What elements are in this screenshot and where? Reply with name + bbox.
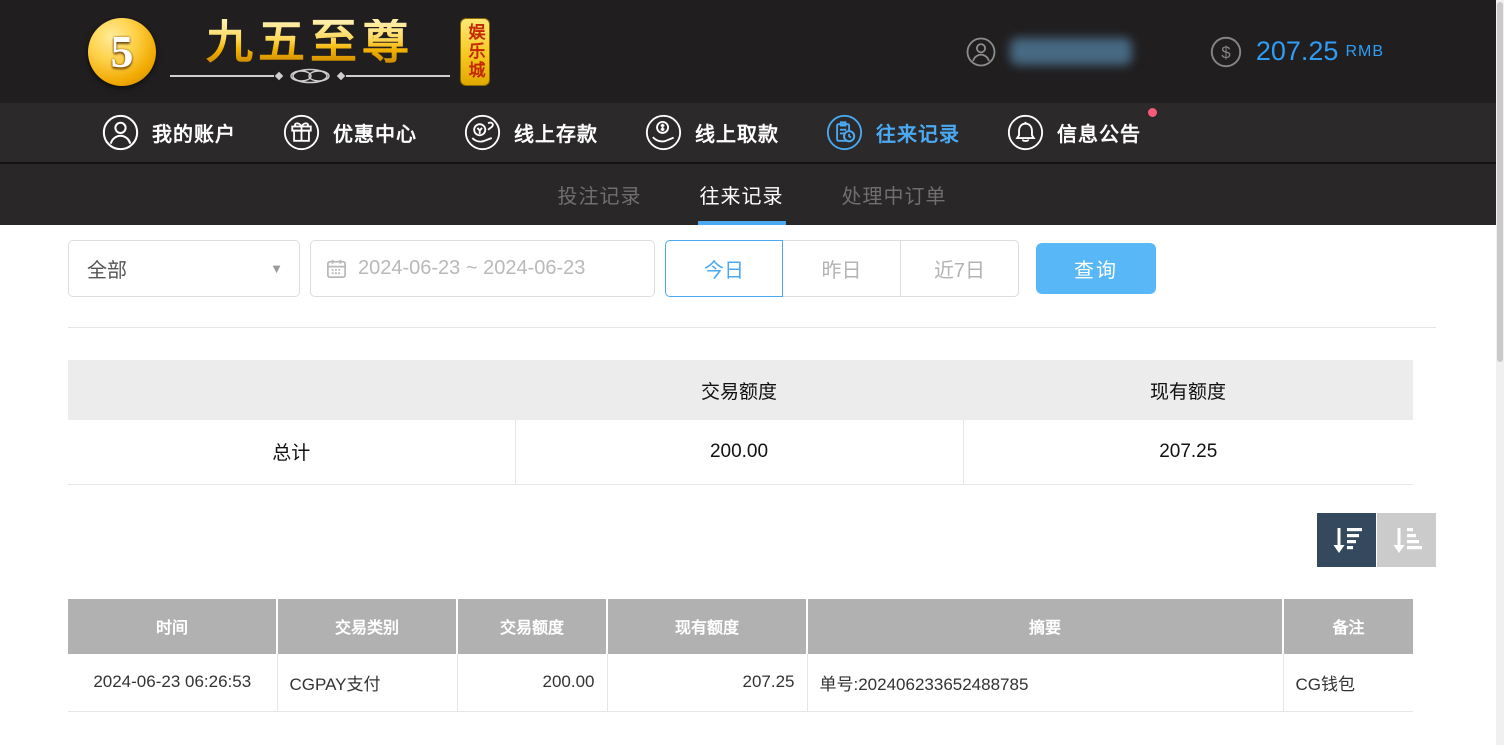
scrollbar-thumb[interactable] — [1497, 2, 1503, 362]
cell-remark: CG钱包 — [1283, 654, 1413, 712]
sort-amount-desc-icon — [1328, 522, 1366, 558]
table-row: 2024-06-23 06:26:53 CGPAY支付 200.00 207.2… — [68, 654, 1413, 712]
sort-amount-asc-button[interactable] — [1377, 513, 1436, 567]
quick-range-group: 今日 昨日 近7日 — [665, 240, 1019, 297]
cell-time: 2024-06-23 06:26:53 — [68, 654, 277, 712]
nav-item-transaction-records[interactable]: 往来记录 — [826, 114, 960, 151]
gift-icon — [283, 114, 320, 151]
summary-header-row: 交易额度 现有额度 — [68, 360, 1413, 420]
calendar-icon — [325, 257, 348, 280]
type-dropdown[interactable]: 全部 ▼ — [68, 240, 300, 297]
nav-item-my-account[interactable]: 我的账户 — [102, 114, 236, 151]
transaction-records-page: 5 九五至尊 娱乐城 — [0, 0, 1504, 745]
main-navigation: 我的账户 优惠中心 线上存款 — [0, 103, 1504, 164]
tab-transaction-records[interactable]: 往来记录 — [700, 164, 784, 225]
subtab-label: 投注记录 — [558, 180, 642, 209]
search-button[interactable]: 查询 — [1036, 243, 1156, 294]
svg-text:$: $ — [1221, 43, 1231, 62]
user-account[interactable] — [966, 37, 1132, 67]
notification-dot — [1148, 108, 1157, 117]
summary-total-label: 总计 — [68, 420, 515, 484]
logo-badge: 娱乐城 — [460, 18, 490, 86]
col-current-balance: 现有额度 — [607, 599, 807, 654]
sort-controls — [68, 513, 1436, 567]
summary-table: 交易额度 现有额度 总计 200.00 207.25 — [68, 360, 1413, 485]
nav-label: 优惠中心 — [333, 118, 417, 147]
subtab-label: 往来记录 — [700, 180, 784, 209]
logo-monogram-icon: 5 — [88, 18, 156, 86]
balance-amount: 207.25 — [1256, 36, 1339, 67]
chevron-down-icon: ▼ — [270, 261, 283, 276]
logo-flourish-icon — [170, 68, 450, 84]
logo-text-block: 九五至尊 — [170, 19, 450, 84]
page-scrollbar[interactable] — [1496, 0, 1504, 745]
cell-current-balance: 207.25 — [607, 654, 807, 712]
sort-amount-desc-button[interactable] — [1317, 513, 1376, 567]
active-tab-underline — [698, 221, 786, 225]
summary-total-transaction: 200.00 — [515, 420, 963, 484]
section-divider — [68, 327, 1436, 328]
date-range-value: 2024-06-23 ~ 2024-06-23 — [358, 257, 585, 280]
nav-label: 我的账户 — [152, 118, 236, 147]
subtab-label: 处理中订单 — [842, 180, 947, 209]
col-summary: 摘要 — [807, 599, 1283, 654]
deposit-icon — [464, 114, 501, 151]
top-header: 5 九五至尊 娱乐城 — [0, 0, 1504, 103]
records-table: 时间 交易类别 交易额度 现有额度 摘要 备注 2024-06-23 06:26… — [68, 599, 1413, 713]
range-button-today[interactable]: 今日 — [665, 240, 783, 297]
header-right: $ 207.25 RMB — [966, 36, 1384, 68]
dollar-coin-icon: $ — [1210, 36, 1242, 68]
logo-monogram-text: 5 — [111, 25, 134, 78]
content-area: 全部 ▼ 2024-06-23 ~ 2024-06-23 今日 昨日 近7日 查… — [0, 225, 1504, 712]
summary-col-current-balance: 现有额度 — [963, 360, 1413, 420]
bell-icon — [1007, 114, 1044, 151]
col-transaction-type: 交易类别 — [277, 599, 457, 654]
site-logo[interactable]: 5 九五至尊 娱乐城 — [88, 18, 490, 86]
nav-label: 线上取款 — [695, 118, 779, 147]
col-remark: 备注 — [1283, 599, 1413, 654]
summary-total-balance: 207.25 — [963, 420, 1413, 484]
records-header-row: 时间 交易类别 交易额度 现有额度 摘要 备注 — [68, 599, 1413, 654]
summary-total-row: 总计 200.00 207.25 — [68, 420, 1413, 484]
cell-transaction-type: CGPAY支付 — [277, 654, 457, 712]
nav-item-deposit[interactable]: 线上存款 — [464, 114, 598, 151]
col-transaction-amount: 交易额度 — [457, 599, 607, 654]
records-icon — [826, 114, 863, 151]
user-avatar-icon — [966, 37, 996, 67]
balance-currency: RMB — [1345, 43, 1384, 61]
sort-amount-asc-icon — [1388, 522, 1426, 558]
type-dropdown-value: 全部 — [87, 254, 127, 283]
date-range-input[interactable]: 2024-06-23 ~ 2024-06-23 — [310, 240, 655, 297]
nav-label: 信息公告 — [1057, 118, 1141, 147]
nav-item-withdraw[interactable]: 线上取款 — [645, 114, 779, 151]
range-button-last7days[interactable]: 近7日 — [901, 240, 1019, 297]
range-button-yesterday[interactable]: 昨日 — [783, 240, 901, 297]
nav-item-promotions[interactable]: 优惠中心 — [283, 114, 417, 151]
filter-bar: 全部 ▼ 2024-06-23 ~ 2024-06-23 今日 昨日 近7日 查… — [68, 240, 1436, 297]
summary-col-transaction-amount: 交易额度 — [515, 360, 963, 420]
nav-label: 往来记录 — [876, 118, 960, 147]
tab-betting-records[interactable]: 投注记录 — [558, 164, 642, 225]
cell-transaction-amount: 200.00 — [457, 654, 607, 712]
nav-item-announcements[interactable]: 信息公告 — [1007, 114, 1141, 151]
cell-summary: 单号:202406233652488785 — [807, 654, 1283, 712]
username-redacted — [1010, 38, 1132, 65]
balance-display[interactable]: $ 207.25 RMB — [1210, 36, 1384, 68]
nav-label: 线上存款 — [514, 118, 598, 147]
record-subtabs: 投注记录 往来记录 处理中订单 — [0, 164, 1504, 225]
col-time: 时间 — [68, 599, 277, 654]
user-icon — [102, 114, 139, 151]
summary-col-empty — [68, 360, 515, 420]
withdraw-icon — [645, 114, 682, 151]
tab-pending-orders[interactable]: 处理中订单 — [842, 164, 947, 225]
site-title: 九五至尊 — [206, 19, 414, 68]
